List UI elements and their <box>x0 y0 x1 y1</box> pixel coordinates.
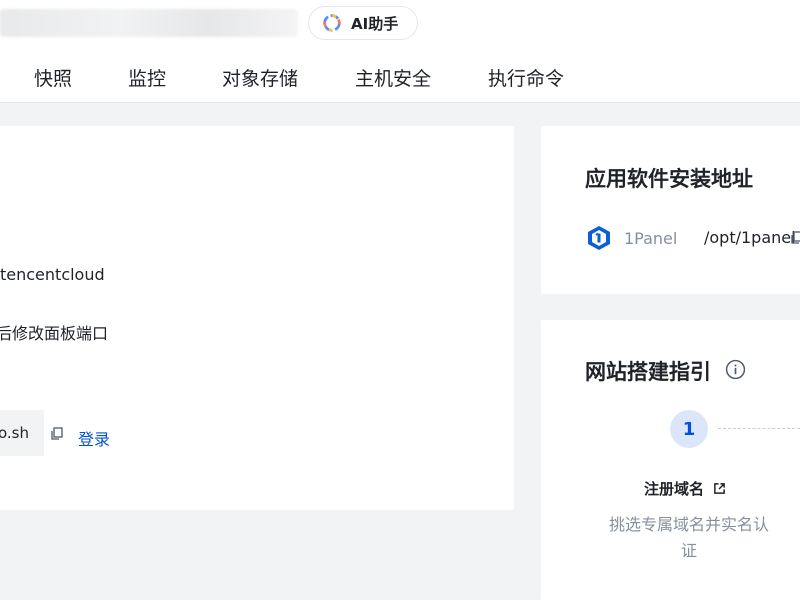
copy-icon[interactable] <box>50 427 64 441</box>
login-user-value: tencentcloud <box>0 265 105 284</box>
app-name: 1Panel <box>624 229 678 248</box>
login-link[interactable]: 登录 <box>78 426 110 450</box>
top-bar: AI助手 <box>0 0 800 46</box>
tab-bar: 快照 监控 对象存储 主机安全 执行命令 <box>0 46 800 103</box>
main-card <box>0 126 514 510</box>
install-path-card <box>541 126 800 294</box>
guide-card-title: 网站搭建指引 <box>585 360 711 384</box>
command-code-text: o.sh <box>0 424 30 442</box>
ai-assistant-label: AI助手 <box>351 14 399 33</box>
ai-assistant-button[interactable]: AI助手 <box>308 6 418 40</box>
tab-monitor[interactable]: 监控 <box>128 64 166 91</box>
1panel-logo-icon <box>588 226 610 250</box>
install-card-title: 应用软件安装地址 <box>585 167 753 191</box>
step-title[interactable]: 注册域名 <box>644 478 726 499</box>
app-path: /opt/1panel <box>704 228 796 247</box>
tab-snapshot[interactable]: 快照 <box>34 64 72 91</box>
tab-run-command[interactable]: 执行命令 <box>488 64 564 91</box>
ai-assistant-icon <box>323 14 341 32</box>
search-input[interactable] <box>0 9 298 37</box>
tab-host-security[interactable]: 主机安全 <box>355 64 431 91</box>
copy-icon[interactable] <box>790 231 800 245</box>
step-title-label: 注册域名 <box>644 480 705 498</box>
step-connector <box>718 428 800 429</box>
command-code-box: o.sh <box>0 410 44 456</box>
panel-port-note: 后修改面板端口 <box>0 324 109 343</box>
info-icon[interactable] <box>725 359 746 380</box>
external-link-icon <box>714 483 726 494</box>
tab-object-storage[interactable]: 对象存储 <box>222 64 298 91</box>
step-description: 挑选专属域名并实名认证 <box>608 515 769 560</box>
step-number-badge: 1 <box>670 410 708 448</box>
